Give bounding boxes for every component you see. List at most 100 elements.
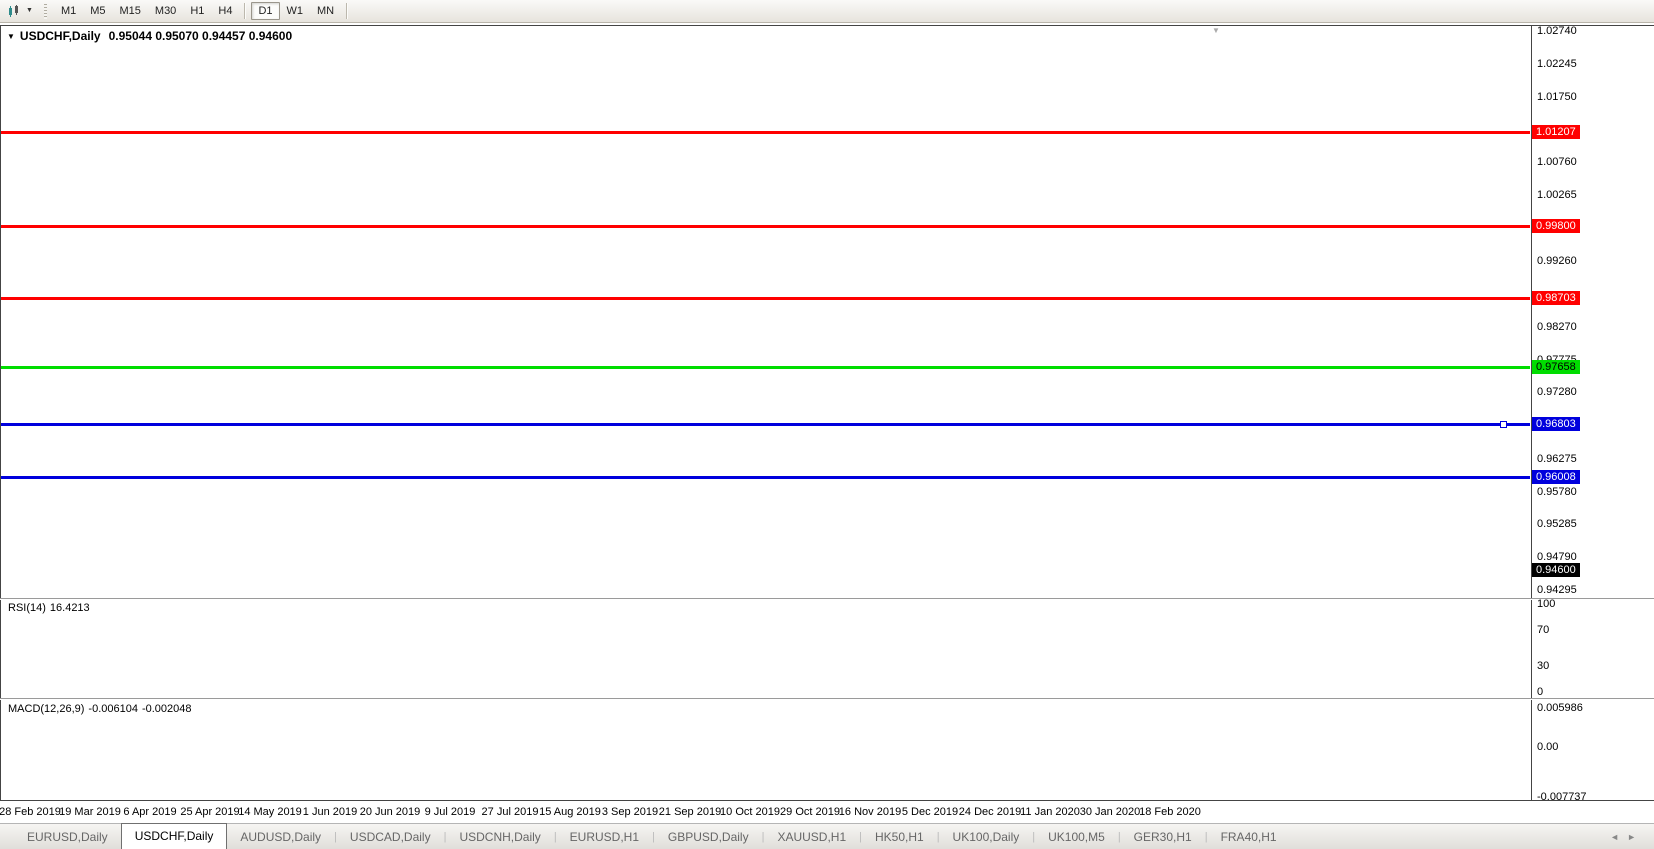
collapse-chart-icon[interactable]: ▼ (7, 32, 15, 41)
timeframe-m15-button[interactable]: M15 (113, 2, 148, 20)
rsi-value: 16.4213 (50, 602, 90, 614)
pane-splitter-rsi-highlight (0, 599, 1654, 600)
tab-eurusd-h1[interactable]: EURUSD,H1 (557, 826, 652, 849)
price-axis-tick: 0.95285 (1537, 518, 1577, 530)
timeframe-button-group: M1M5M15M30H1H4 D1W1MN (54, 2, 353, 20)
chevron-down-icon: ▼ (26, 4, 33, 18)
date-axis-label: 16 Nov 2019 (839, 806, 901, 818)
tab-hk50-h1[interactable]: HK50,H1 (862, 826, 937, 849)
level-line-0.98703[interactable] (1, 297, 1530, 300)
level-price-label: 0.97658 (1532, 360, 1580, 374)
pane-splitter-macd-highlight (0, 699, 1654, 700)
date-axis-label: 11 Jan 2020 (1020, 806, 1080, 818)
date-axis-label: 5 Dec 2019 (902, 806, 958, 818)
macd-name: MACD(12,26,9) (8, 703, 84, 715)
timeframe-m5-button[interactable]: M5 (83, 2, 112, 20)
price-axis-tick: 1.02740 (1537, 25, 1577, 37)
tab-audusd-daily[interactable]: AUDUSD,Daily (227, 826, 334, 849)
tab-uk100-daily[interactable]: UK100,Daily (940, 826, 1033, 849)
price-axis-line (1531, 25, 1532, 801)
level-line-0.99800[interactable] (1, 225, 1530, 228)
tab-xauusd-h1[interactable]: XAUUSD,H1 (764, 826, 859, 849)
charts-toolbar-icon (7, 4, 23, 18)
macd-value-1: -0.006104 (88, 703, 138, 715)
tab-uk100-m5[interactable]: UK100,M5 (1035, 826, 1118, 849)
chart-header: ▼ USDCHF,Daily 0.95044 0.95070 0.94457 0.9… (7, 29, 292, 43)
tab-scroll-left-icon[interactable]: ◄ (1610, 832, 1627, 842)
date-axis-label: 10 Oct 2019 (720, 806, 780, 818)
price-axis-tick: 1.00265 (1537, 189, 1577, 201)
date-axis-label: 18 Feb 2020 (1139, 806, 1201, 818)
price-axis-tick: 1.02245 (1537, 58, 1577, 70)
level-line-1.01207[interactable] (1, 131, 1530, 134)
tab-usdchf-daily[interactable]: USDCHF,Daily (121, 823, 228, 849)
date-axis-label: 19 Mar 2019 (59, 806, 121, 818)
rsi-axis-tick: 100 (1537, 598, 1555, 610)
level-line-0.96008[interactable] (1, 476, 1530, 479)
price-axis-tick: 1.00760 (1537, 156, 1577, 168)
level-price-label: 0.98703 (1532, 291, 1580, 305)
rsi-axis-tick: 70 (1537, 624, 1549, 636)
timeframe-h1-button[interactable]: H1 (183, 2, 211, 20)
toolbar-drag-grip[interactable] (44, 4, 47, 19)
chart-tab-bar: EURUSD,DailyUSDCHF,DailyAUDUSD,Daily|USD… (0, 823, 1654, 849)
level-price-label: 1.01207 (1532, 125, 1580, 139)
date-axis-label: 29 Oct 2019 (780, 806, 840, 818)
tab-ger30-h1[interactable]: GER30,H1 (1121, 826, 1205, 849)
timeframe-m30-button[interactable]: M30 (148, 2, 183, 20)
date-axis-label: 27 Jul 2019 (482, 806, 539, 818)
level-line-0.96803[interactable] (1, 423, 1530, 426)
rsi-axis-tick: 0 (1537, 686, 1543, 698)
date-axis-label: 6 Apr 2019 (123, 806, 176, 818)
date-axis-label: 25 Apr 2019 (180, 806, 239, 818)
chart-ohlc-values: 0.95044 0.95070 0.94457 0.94600 (109, 29, 293, 43)
date-axis-label: 9 Jul 2019 (425, 806, 476, 818)
price-axis-tick: 0.95780 (1537, 486, 1577, 498)
date-axis-label: 1 Jun 2019 (303, 806, 357, 818)
level-line-0.97658[interactable] (1, 366, 1530, 369)
chart-top-border (0, 25, 1654, 26)
tab-usdcnh-daily[interactable]: USDCNH,Daily (446, 826, 553, 849)
chart-shift-marker-icon[interactable]: ▼ (1212, 26, 1220, 35)
date-axis-label: 3 Sep 2019 (602, 806, 658, 818)
timeframe-m1-button[interactable]: M1 (54, 2, 83, 20)
date-axis-label: 20 Jun 2019 (360, 806, 421, 818)
timeframe-d1-button[interactable]: D1 (251, 2, 279, 20)
top-toolbar: ▼ M1M5M15M30H1H4 D1W1MN (0, 0, 1654, 23)
toolbar-separator (346, 3, 348, 19)
tab-usdcad-daily[interactable]: USDCAD,Daily (337, 826, 444, 849)
level-selection-handle[interactable] (1500, 421, 1507, 428)
chart-tabs: EURUSD,DailyUSDCHF,DailyAUDUSD,Daily|USD… (14, 823, 1290, 849)
tab-scroll-right-icon[interactable]: ► (1627, 832, 1644, 842)
price-axis-tick: 0.94295 (1537, 584, 1577, 596)
chart-left-border (0, 26, 1, 800)
tab-fra40-h1[interactable]: FRA40,H1 (1208, 826, 1290, 849)
rsi-indicator-label: RSI(14)16.4213 (8, 602, 94, 614)
charts-toolbar-dropdown-button[interactable]: ▼ (4, 3, 36, 19)
current-price-label: 0.94600 (1532, 563, 1580, 577)
level-price-label: 0.96803 (1532, 417, 1580, 431)
application-window: ▼ M1M5M15M30H1H4 D1W1MN ▼ USDCHF,Daily 0.95… (0, 0, 1654, 849)
rsi-axis-tick: 30 (1537, 660, 1549, 672)
macd-axis-tick: 0.005986 (1537, 702, 1583, 714)
macd-value-2: -0.002048 (142, 703, 192, 715)
toolbar-separator (244, 3, 246, 19)
date-axis-label: 21 Sep 2019 (659, 806, 721, 818)
level-price-label: 0.96008 (1532, 470, 1580, 484)
macd-axis-tick: -0.007737 (1537, 791, 1587, 803)
price-axis-tick: 1.01750 (1537, 91, 1577, 103)
timeframe-mn-button[interactable]: MN (310, 2, 341, 20)
chart-symbol-label: USDCHF,Daily (20, 29, 101, 43)
date-axis-label: 15 Aug 2019 (539, 806, 601, 818)
timeframe-w1-button[interactable]: W1 (280, 2, 311, 20)
tab-eurusd-daily[interactable]: EURUSD,Daily (14, 826, 121, 849)
level-price-label: 0.99800 (1532, 219, 1580, 233)
tab-scroll-arrows: ◄► (1610, 832, 1644, 842)
tab-gbpusd-daily[interactable]: GBPUSD,Daily (655, 826, 762, 849)
date-axis-label: 28 Feb 2019 (0, 806, 61, 818)
macd-indicator-label: MACD(12,26,9) -0.006104 -0.002048 (8, 703, 196, 715)
price-axis-tick: 0.99260 (1537, 255, 1577, 267)
price-axis-tick: 0.96275 (1537, 453, 1577, 465)
timeframe-h4-button[interactable]: H4 (211, 2, 239, 20)
price-axis-tick: 0.94790 (1537, 551, 1577, 563)
